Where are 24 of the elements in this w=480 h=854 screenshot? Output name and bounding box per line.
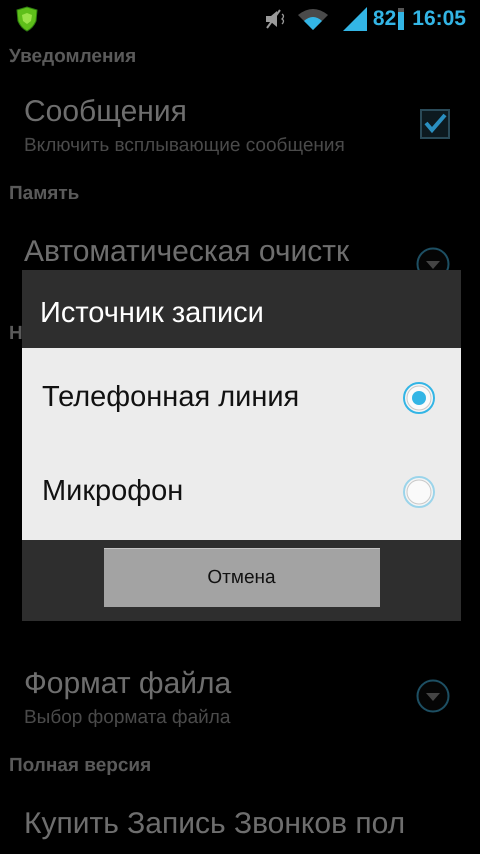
section-header: Н: [9, 322, 23, 346]
setting-title[interactable]: Сообщения: [24, 94, 420, 130]
setting-title[interactable]: Купить Запись Звонков пол: [24, 806, 450, 842]
setting-title[interactable]: Автоматическая очистк: [24, 234, 416, 270]
wifi-icon: [296, 8, 329, 30]
checkbox[interactable]: [420, 109, 450, 139]
radio-button[interactable]: [402, 381, 436, 415]
signal-icon: [340, 7, 369, 31]
setting-title[interactable]: Формат файла: [24, 666, 416, 702]
radio-option[interactable]: Телефонная линия: [22, 348, 461, 444]
setting-subtitle: Включить всплывающие сообщения: [24, 134, 346, 158]
dropdown-icon[interactable]: [416, 679, 450, 713]
cancel-button[interactable]: Отмена: [104, 548, 380, 607]
dialog-title: Источник записи: [22, 270, 461, 348]
radio-option[interactable]: Микрофон: [22, 444, 461, 540]
clock: 16:05: [412, 6, 466, 32]
shield-icon: [14, 6, 40, 32]
battery-text: 82: [372, 6, 396, 32]
setting-subtitle: Выбор формата файла: [24, 706, 232, 730]
section-header: Уведомления: [9, 44, 136, 69]
radio-button[interactable]: [402, 475, 436, 509]
section-header: Память: [9, 182, 80, 206]
section-header: Полная версия: [9, 754, 152, 778]
battery-icon: [398, 8, 404, 30]
